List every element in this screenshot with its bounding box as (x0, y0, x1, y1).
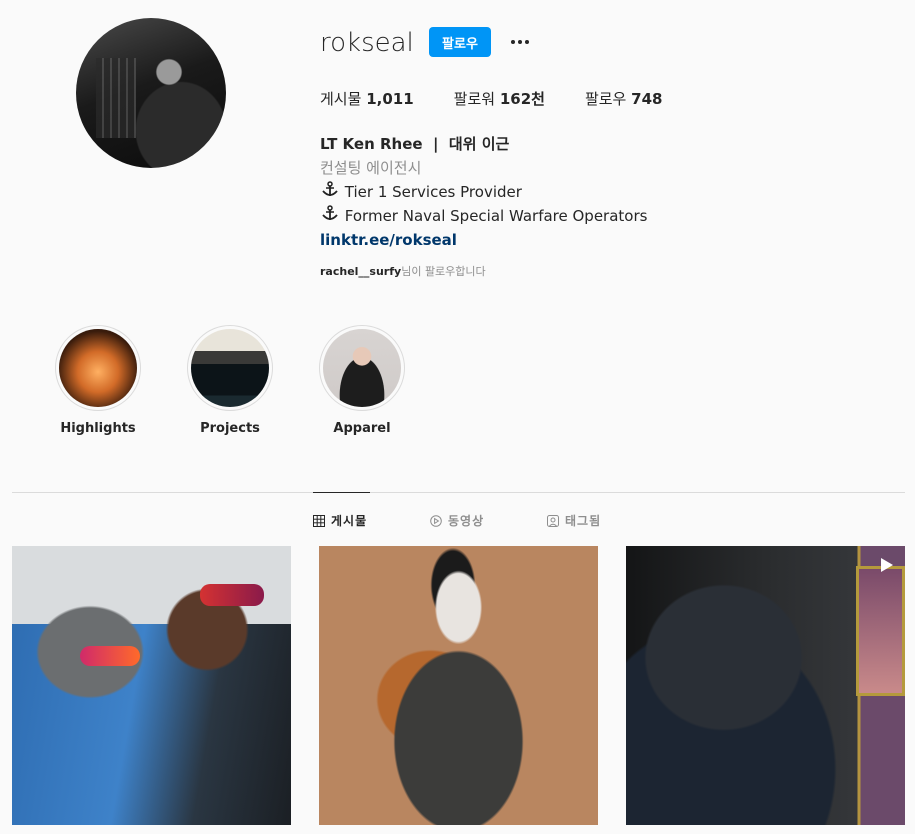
followers-value: 162천 (499, 90, 545, 108)
profile-link[interactable]: linktr.ee/rokseal (320, 228, 647, 252)
profile-avatar[interactable] (76, 18, 226, 168)
highlight-label: Projects (200, 421, 260, 436)
bio-line-text: Former Naval Special Warfare Operators (344, 207, 648, 225)
following-label: 팔로우 (584, 90, 627, 108)
highlight-cover (323, 329, 401, 407)
video-play-icon (881, 558, 893, 572)
tab-posts[interactable]: 게시물 (313, 512, 367, 529)
play-circle-icon (430, 514, 442, 527)
highlight-label: Apparel (333, 421, 391, 436)
highlight-ring[interactable] (187, 325, 273, 411)
posts-value: 1,011 (366, 90, 414, 108)
anchor-icon (322, 205, 338, 220)
following-value: 748 (631, 90, 663, 108)
followed-by-name[interactable]: rachel__surfy (320, 265, 401, 278)
tab-tagged[interactable]: 태그됨 (547, 512, 601, 529)
anchor-icon (322, 181, 338, 196)
tab-posts-label: 게시물 (331, 514, 368, 528)
posts-label: 게시물 (320, 90, 362, 108)
profile-category: 컨설팅 에이전시 (320, 159, 422, 177)
grid-icon (313, 514, 325, 527)
posts-count: 게시물 1,011 (320, 88, 414, 109)
highlight-ring[interactable] (55, 325, 141, 411)
profile-stats: 게시물 1,011 팔로워 162천 팔로우 748 (320, 88, 702, 109)
follow-button[interactable]: 팔로우 (429, 27, 491, 57)
post-thumbnail[interactable] (319, 546, 598, 825)
tab-videos-label: 동영상 (448, 514, 485, 528)
bio-line-text: Tier 1 Services Provider (344, 183, 522, 201)
following-count[interactable]: 팔로우 748 (585, 88, 663, 109)
followed-by-suffix: 님이 팔로우합니다 (401, 265, 486, 278)
highlight-cover (59, 329, 137, 407)
post-thumbnail[interactable] (12, 546, 291, 825)
profile-full-name: LT Ken Rhee | 대위 이근 (320, 135, 510, 153)
highlight-label: Highlights (60, 421, 136, 436)
followed-by[interactable]: rachel__surfy님이 팔로우합니다 (320, 263, 486, 279)
highlight-ring[interactable] (319, 325, 405, 411)
followers-label: 팔로워 (453, 90, 496, 108)
bio-line: Former Naval Special Warfare Operators (320, 204, 647, 228)
tag-user-icon (547, 514, 559, 527)
highlight-cover (191, 329, 269, 407)
highlight-item[interactable]: Apparel (302, 325, 422, 436)
highlight-item[interactable]: Projects (170, 325, 290, 436)
bio-line: Tier 1 Services Provider (320, 180, 647, 204)
followers-count[interactable]: 팔로워 162천 (454, 88, 545, 109)
tabs-divider (12, 492, 905, 493)
tab-tagged-label: 태그됨 (565, 514, 602, 528)
active-tab-indicator (313, 492, 370, 493)
profile-username: rokseal (320, 28, 414, 58)
more-options-icon[interactable] (506, 28, 534, 56)
post-thumbnail[interactable] (626, 546, 905, 825)
post-content-frame (856, 566, 905, 696)
highlight-item[interactable]: Highlights (38, 325, 158, 436)
tab-videos[interactable]: 동영상 (430, 512, 484, 529)
profile-bio: LT Ken Rhee | 대위 이근 컨설팅 에이전시 Tier 1 Serv… (320, 132, 647, 252)
